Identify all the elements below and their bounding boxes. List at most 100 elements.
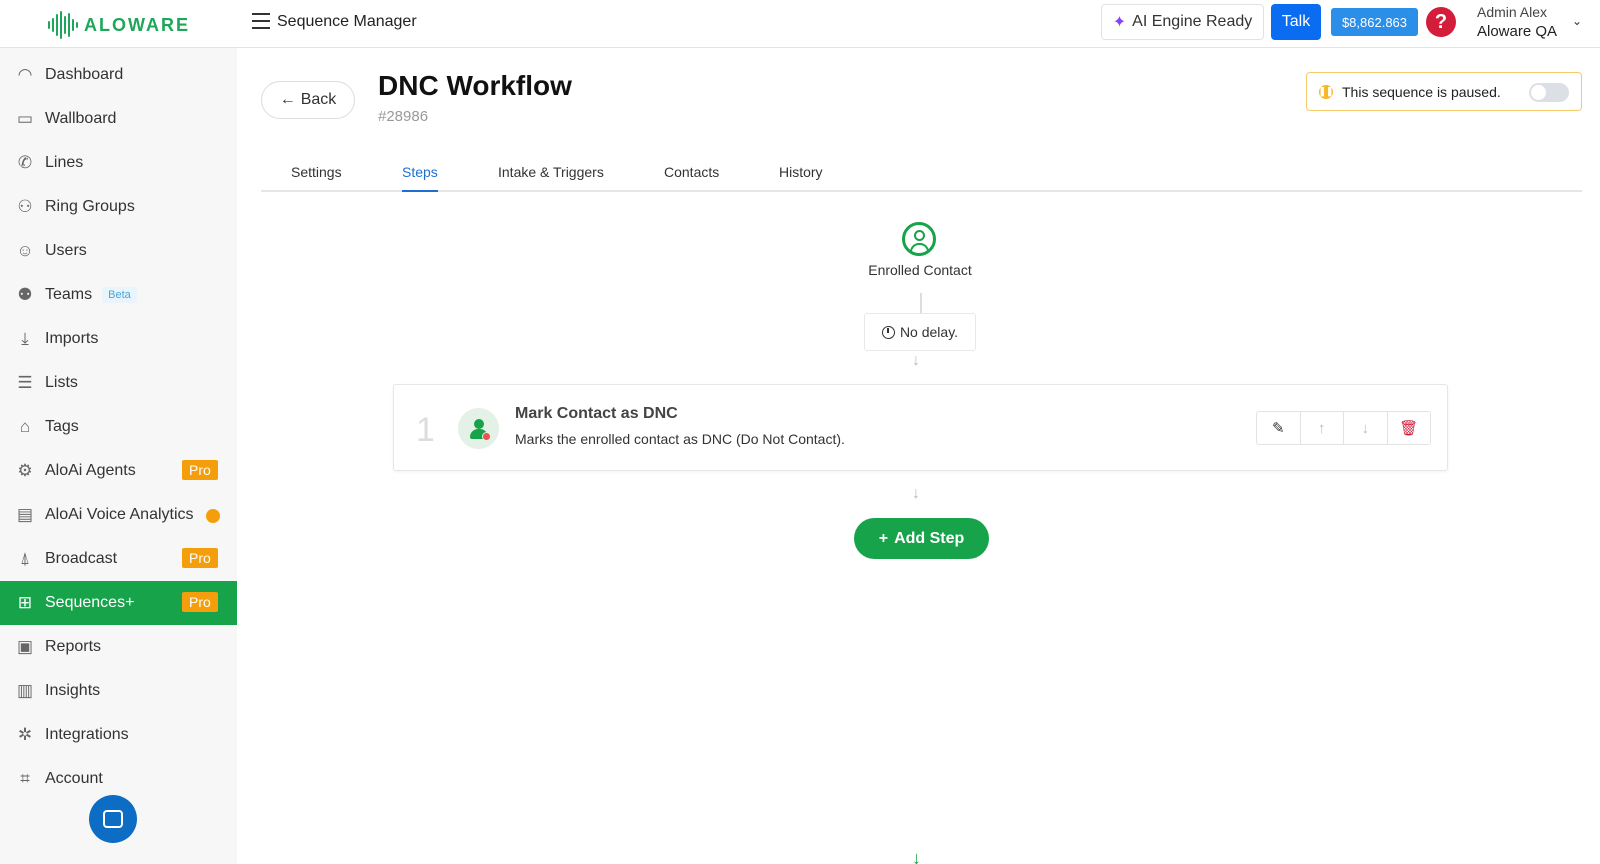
tab-contacts[interactable]: Contacts bbox=[664, 164, 719, 192]
sidebar-item-label: AloAi Agents bbox=[45, 462, 136, 479]
sidebar-item-label: Ring Groups bbox=[45, 198, 135, 215]
list-icon: ☰ bbox=[17, 373, 33, 392]
ai-engine-status[interactable]: ✦ AI Engine Ready bbox=[1101, 4, 1264, 40]
back-button[interactable]: ← Back bbox=[261, 81, 355, 119]
ai-engine-label: AI Engine Ready bbox=[1132, 13, 1253, 30]
arrow-down-icon: ↓ bbox=[912, 848, 921, 864]
sidebar-item-insights[interactable]: ▥ Insights bbox=[0, 669, 237, 713]
sidebar-item-tags[interactable]: ⌂ Tags bbox=[0, 405, 237, 449]
trash-icon[interactable]: 🗑 bbox=[1388, 412, 1431, 444]
sidebar-item-label: Teams bbox=[45, 286, 93, 303]
monitor-icon: ▭ bbox=[16, 109, 34, 128]
user-menu[interactable]: Admin Alex Aloware QA bbox=[1477, 3, 1557, 41]
step-number: 1 bbox=[416, 411, 435, 449]
sidebar-item-imports[interactable]: ⤓ Imports bbox=[0, 317, 237, 361]
sidebar-item-account[interactable]: ⌗ Account bbox=[0, 757, 237, 801]
delay-indicator: No delay. bbox=[864, 313, 976, 351]
sidebar-item-ring-groups[interactable]: ⚇ Ring Groups bbox=[0, 185, 237, 229]
sidebar-item-label: Imports bbox=[45, 330, 99, 347]
sidebar-item-label: Wallboard bbox=[45, 110, 117, 127]
menu-icon[interactable] bbox=[252, 13, 270, 29]
page-title: DNC Workflow bbox=[378, 70, 572, 101]
sidebar-item-label: Dashboard bbox=[45, 66, 124, 83]
sidebar-item-aloai-voice-analytics[interactable]: ▤ AloAi Voice Analytics bbox=[0, 493, 237, 537]
sidebar-item-wallboard[interactable]: ▭ Wallboard bbox=[0, 97, 237, 141]
status-dot bbox=[206, 509, 220, 523]
sidebar-item-reports[interactable]: ▣ Reports bbox=[0, 625, 237, 669]
sequences-icon: ⊞ bbox=[17, 593, 33, 612]
sidebar-item-aloai-agents[interactable]: ⚙ AloAi Agents Pro bbox=[0, 449, 237, 493]
phone-icon: ✆ bbox=[17, 153, 33, 172]
delay-label: No delay. bbox=[899, 324, 959, 340]
logo-wordmark: ALOWARE bbox=[84, 14, 190, 35]
balance-badge[interactable]: $8,862.863 bbox=[1331, 8, 1418, 36]
plus-icon: + bbox=[878, 529, 889, 547]
sidebar-item-integrations[interactable]: ✲ Integrations bbox=[0, 713, 237, 757]
pro-badge: Pro bbox=[182, 460, 218, 480]
pause-icon: ❚❚ bbox=[1318, 84, 1334, 99]
tab-history[interactable]: History bbox=[779, 164, 823, 192]
sidebar-item-label: Integrations bbox=[45, 726, 129, 743]
add-step-label: Add Step bbox=[894, 529, 965, 547]
sidebar-item-sequences[interactable]: ⊞ Sequences+ Pro bbox=[0, 581, 237, 625]
sidebar-item-dashboard[interactable]: ◠ Dashboard bbox=[0, 53, 237, 97]
sidebar-item-label: Tags bbox=[45, 418, 79, 435]
user-org: Aloware QA bbox=[1477, 23, 1558, 40]
chat-launcher-icon[interactable] bbox=[89, 795, 137, 843]
sidebar-item-lines[interactable]: ✆ Lines bbox=[0, 141, 237, 185]
sidebar-item-lists[interactable]: ☰ Lists bbox=[0, 361, 237, 405]
chevron-down-icon[interactable]: ⌄ bbox=[1572, 14, 1582, 28]
page-label: Sequence Manager bbox=[277, 13, 417, 30]
back-label: Back bbox=[300, 91, 337, 108]
user-icon: ☺ bbox=[16, 241, 34, 260]
analytics-icon: ▤ bbox=[16, 505, 34, 524]
teams-icon: ⚉ bbox=[17, 285, 33, 304]
robot-icon: ⚙ bbox=[17, 461, 33, 480]
sidebar-item-label: Users bbox=[45, 242, 87, 259]
sidebar-item-label: Reports bbox=[45, 638, 102, 655]
sidebar-item-label: Insights bbox=[45, 682, 101, 699]
add-step-button[interactable]: + Add Step bbox=[854, 518, 989, 559]
tab-settings[interactable]: Settings bbox=[291, 164, 342, 192]
clock-icon bbox=[881, 325, 895, 339]
sidebar-item-label: Broadcast bbox=[45, 550, 118, 567]
arrow-up-icon[interactable]: ↑ bbox=[1301, 412, 1344, 444]
tag-icon: ⌂ bbox=[19, 417, 31, 436]
sidebar: ◠ Dashboard ▭ Wallboard ✆ Lines ⚇ Ring G… bbox=[0, 48, 237, 864]
sidebar-item-users[interactable]: ☺ Users bbox=[0, 229, 237, 273]
sidebar-item-label: Lists bbox=[45, 374, 78, 391]
question-icon[interactable]: ? bbox=[1426, 7, 1456, 37]
edit-icon[interactable]: ✎ bbox=[1257, 412, 1301, 444]
arrow-down-icon[interactable]: ↓ bbox=[1344, 412, 1388, 444]
step-actions: ✎ ↑ ↓ 🗑 bbox=[1256, 411, 1431, 445]
logo-waveform-icon bbox=[48, 10, 78, 40]
step-description: Marks the enrolled contact as DNC (Do No… bbox=[515, 431, 845, 447]
tab-intake-triggers[interactable]: Intake & Triggers bbox=[498, 164, 604, 192]
sidebar-item-label: Lines bbox=[45, 154, 84, 171]
beta-badge: Beta bbox=[102, 287, 137, 303]
tab-bar: Settings Steps Intake & Triggers Contact… bbox=[261, 160, 1582, 192]
dnc-contact-icon bbox=[458, 408, 499, 449]
pro-badge: Pro bbox=[182, 548, 218, 568]
account-icon: ⌗ bbox=[20, 769, 30, 788]
sequence-active-toggle[interactable] bbox=[1529, 83, 1569, 102]
sidebar-item-label: AloAi Voice Analytics bbox=[45, 506, 194, 523]
arrow-left-icon: ← bbox=[279, 91, 296, 108]
sidebar-item-label: Sequences+ bbox=[45, 594, 135, 611]
integrations-icon: ✲ bbox=[17, 725, 33, 744]
tab-steps[interactable]: Steps bbox=[402, 164, 438, 192]
chart-icon: ▥ bbox=[16, 681, 34, 700]
reports-icon: ▣ bbox=[16, 637, 34, 656]
dashboard-icon: ◠ bbox=[17, 65, 33, 84]
enrolled-contact-label: Enrolled Contact bbox=[868, 262, 972, 278]
broadcast-icon: ⍋ bbox=[19, 549, 31, 568]
sidebar-item-broadcast[interactable]: ⍋ Broadcast Pro bbox=[0, 537, 237, 581]
sidebar-item-teams[interactable]: ⚉ Teams Beta bbox=[0, 273, 237, 317]
import-icon: ⤓ bbox=[21, 329, 29, 348]
user-name: Admin Alex bbox=[1477, 4, 1548, 20]
step-card[interactable]: 1 Mark Contact as DNC Marks the enrolled… bbox=[393, 384, 1448, 471]
pro-badge: Pro bbox=[182, 592, 218, 612]
sidebar-item-label: Account bbox=[45, 770, 103, 787]
talk-button[interactable]: Talk bbox=[1271, 4, 1321, 40]
aloware-logo[interactable]: ALOWARE bbox=[48, 10, 190, 40]
